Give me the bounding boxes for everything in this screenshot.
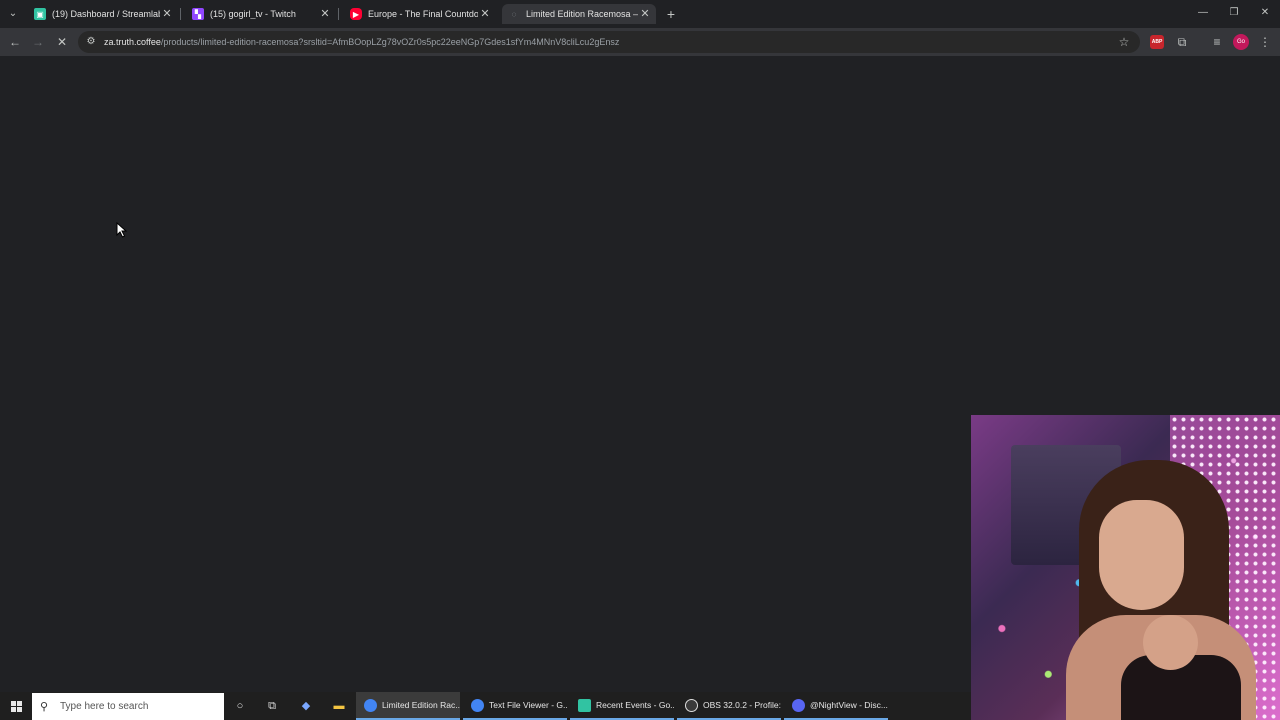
bookmark-star-icon[interactable]: ☆ [1116,34,1132,50]
obs-icon [685,698,698,712]
windows-taskbar: ⚲ Type here to search ○ ⧉ ◆ ▬ Limited Ed… [0,692,971,720]
restore-icon[interactable]: ❐ [1222,4,1246,22]
close-icon[interactable]: ✕ [160,7,174,21]
url-path: /products/limited-edition-racemosa?srslt… [160,37,620,47]
tab-divider [338,8,339,20]
browser-toolbar: ← → ✕ ⚙ za.truth.coffee/products/limited… [0,28,1280,56]
taskbar-app-label: Limited Edition Rac... [382,700,460,710]
tab-title: Europe - The Final Countdown [368,9,478,19]
task-view-icon[interactable]: ⧉ [264,698,280,714]
minimize-icon[interactable]: — [1191,4,1215,22]
tab-title: (15) gogirl_tv - Twitch [210,9,296,19]
tab-title: Limited Edition Racemosa – Tru [526,9,638,19]
copilot-icon[interactable]: ◆ [298,698,314,714]
stop-loading-icon[interactable]: ✕ [53,33,71,51]
taskbar-app-obs[interactable]: OBS 32.0.2 - Profile:... [677,692,781,720]
chrome-icon [471,698,484,712]
taskbar-app-recent-events[interactable]: Recent Events - Go... [570,692,674,720]
search-icon: ⚲ [40,701,49,713]
youtube-icon: ▶ [350,8,362,20]
tab-divider [180,8,181,20]
taskbar-app-label: Text File Viewer - G... [489,700,567,710]
taskbar-app-discord[interactable]: @NightView - Disc... [784,692,888,720]
cortana-circle-icon[interactable]: ○ [232,698,248,714]
close-icon[interactable]: ✕ [638,7,652,21]
adblock-plus-icon[interactable]: ABP [1150,35,1164,49]
discord-icon [792,698,805,712]
start-button[interactable] [0,692,32,720]
taskbar-app-label: OBS 32.0.2 - Profile:... [703,700,781,710]
search-placeholder: Type here to search [60,701,149,712]
taskbar-app-label: @NightView - Disc... [810,700,888,710]
url-text[interactable]: za.truth.coffee/products/limited-edition… [104,37,1116,47]
extensions-puzzle-icon[interactable]: ⧉ [1173,33,1191,51]
tab-youtube[interactable]: ▶ Europe - The Final Countdown ✕ [344,4,496,24]
taskbar-app-label: Recent Events - Go... [596,700,674,710]
profile-avatar[interactable]: Go [1233,34,1249,50]
url-host: za.truth.coffee [104,37,161,47]
streamlabs-icon: ▣ [34,8,46,20]
loading-icon: ◌ [511,9,517,19]
tab-streamlabs[interactable]: ▣ (19) Dashboard / Streamlabs ✕ [28,4,178,24]
mouse-cursor-icon [116,222,128,238]
back-arrow-icon[interactable]: ← [6,33,24,51]
webcam-person-face [1099,500,1184,610]
windows-logo-icon [10,700,22,712]
tab-truth-coffee[interactable]: ◌ Limited Edition Racemosa – Tru ✕ [502,4,656,24]
close-icon[interactable]: ✕ [318,7,332,21]
tab-twitch[interactable]: ▚ (15) gogirl_tv - Twitch ✕ [186,4,336,24]
site-info-icon[interactable]: ⚙ [84,35,98,49]
tab-strip: ⌄ ▣ (19) Dashboard / Streamlabs ✕ ▚ (15)… [0,0,1280,28]
webcam-overlay [971,415,1280,720]
taskbar-app-text-file-viewer[interactable]: Text File Viewer - G... [463,692,567,720]
streamlabs-icon [578,698,591,712]
media-control-icon[interactable]: ≡ [1208,33,1226,51]
close-icon[interactable]: ✕ [478,7,492,21]
window-close-icon[interactable]: ✕ [1253,4,1277,22]
taskbar-search-box[interactable]: ⚲ Type here to search [32,693,224,720]
chrome-icon [364,698,377,712]
taskbar-app-chrome-limited-edition[interactable]: Limited Edition Rac... [356,692,460,720]
tab-search-chevron-icon[interactable]: ⌄ [4,5,22,23]
address-bar[interactable]: ⚙ za.truth.coffee/products/limited-editi… [78,31,1140,53]
tab-title: (19) Dashboard / Streamlabs [52,9,160,19]
webcam-person-hand [1143,615,1198,670]
twitch-icon: ▚ [192,8,204,20]
file-explorer-icon[interactable]: ▬ [331,698,347,714]
menu-kebab-icon[interactable]: ⋮ [1256,33,1274,51]
forward-arrow-icon[interactable]: → [29,33,47,51]
new-tab-plus-icon[interactable]: + [663,6,679,22]
